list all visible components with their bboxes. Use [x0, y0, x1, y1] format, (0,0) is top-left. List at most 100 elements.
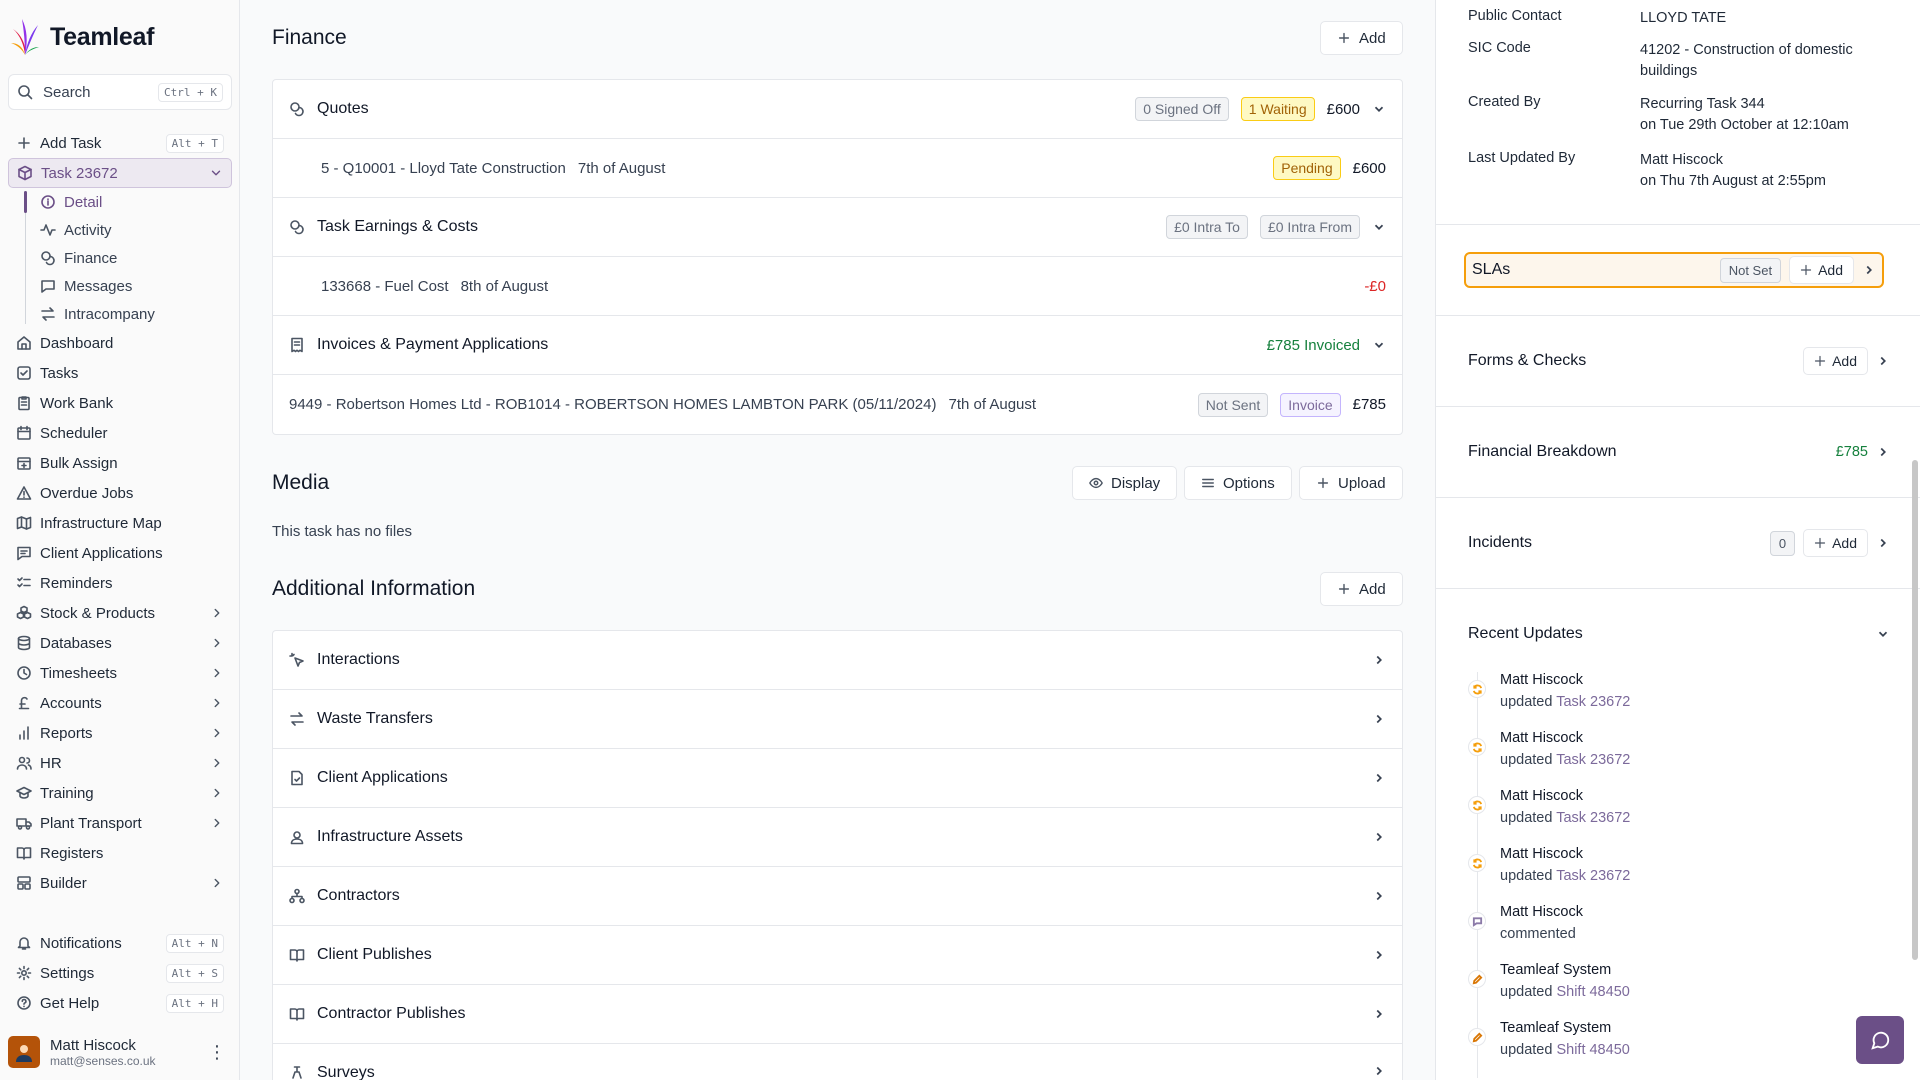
sidebar-item-registers[interactable]: Registers — [8, 838, 232, 868]
clock-icon — [16, 665, 32, 681]
sidebar-item-databases[interactable]: Databases — [8, 628, 232, 658]
brand[interactable]: Teamleaf — [0, 0, 239, 58]
incidents-panel[interactable]: Incidents 0 Add — [1468, 525, 1890, 561]
invoice-row[interactable]: 9449 - Robertson Homes Ltd - ROB1014 - R… — [273, 375, 1402, 434]
chevron-down-icon[interactable] — [1372, 338, 1386, 352]
update-user[interactable]: Matt Hiscock — [1500, 730, 1630, 746]
sidebar-item-task[interactable]: Task 23672 — [8, 158, 232, 188]
invoices-header[interactable]: Invoices & Payment Applications £785 Inv… — [273, 316, 1402, 375]
scrollbar[interactable] — [1912, 460, 1918, 960]
update-link[interactable]: Shift 48450 — [1556, 984, 1629, 1000]
field-value: LLOYD TATE — [1640, 10, 1727, 26]
forms-add-button[interactable]: Add — [1803, 347, 1868, 375]
additional-row-surveys[interactable]: Surveys — [273, 1044, 1402, 1080]
signed-off-badge: 0 Signed Off — [1135, 97, 1229, 121]
earnings-header[interactable]: Task Earnings & Costs £0 Intra To £0 Int… — [273, 198, 1402, 257]
update-link[interactable]: Task 23672 — [1556, 694, 1630, 710]
additional-row-contractors[interactable]: Contractors — [273, 867, 1402, 926]
sidebar-item-training[interactable]: Training — [8, 778, 232, 808]
user-badge-icon — [289, 829, 305, 845]
sidebar-item-dashboard[interactable]: Dashboard — [8, 328, 232, 358]
update-link[interactable]: Shift 48450 — [1556, 1042, 1629, 1058]
update-user[interactable]: Teamleaf System — [1500, 1020, 1630, 1036]
additional-add-button[interactable]: Add — [1320, 572, 1403, 606]
additional-row-client-publishes[interactable]: Client Publishes — [273, 926, 1402, 985]
search-shortcut: Ctrl + K — [158, 82, 223, 102]
recent-updates-header[interactable]: Recent Updates — [1468, 616, 1890, 652]
update-action: updated — [1500, 984, 1553, 1000]
update-user[interactable]: Matt Hiscock — [1500, 846, 1630, 862]
sidebar-item-stock-products[interactable]: Stock & Products — [8, 598, 232, 628]
last-updated-name[interactable]: Matt Hiscock — [1640, 150, 1888, 171]
display-button[interactable]: Display — [1072, 466, 1178, 500]
more-vertical-icon[interactable]: ⋮ — [202, 1042, 232, 1063]
sidebar-item-tasks[interactable]: Tasks — [8, 358, 232, 388]
sidebar-item-timesheets[interactable]: Timesheets — [8, 658, 232, 688]
sidebar-item-bulk-assign[interactable]: Bulk Assign — [8, 448, 232, 478]
row-label: Contractors — [317, 887, 400, 904]
additional-row-interactions[interactable]: Interactions — [273, 631, 1402, 690]
incidents-add-button[interactable]: Add — [1803, 529, 1868, 557]
user-menu[interactable]: Matt Hiscock matt@senses.co.uk ⋮ — [8, 1030, 232, 1074]
sidebar-item-hr[interactable]: HR — [8, 748, 232, 778]
sidebar-item-client-applications[interactable]: Client Applications — [8, 538, 232, 568]
sidebar-item-accounts[interactable]: Accounts — [8, 688, 232, 718]
additional-row-client-applications[interactable]: Client Applications — [273, 749, 1402, 808]
sidebar-item-infrastructure-map[interactable]: Infrastructure Map — [8, 508, 232, 538]
sidebar-item-plant-transport[interactable]: Plant Transport — [8, 808, 232, 838]
options-button[interactable]: Options — [1184, 466, 1292, 500]
chevron-right-icon — [210, 786, 224, 800]
sidebar-item-reports[interactable]: Reports — [8, 718, 232, 748]
quote-row[interactable]: 5 - Q10001 - Lloyd Tate Construction 7th… — [273, 139, 1402, 198]
update-link[interactable]: Task 23672 — [1556, 810, 1630, 826]
update-user[interactable]: Matt Hiscock — [1500, 904, 1583, 920]
upload-button[interactable]: Upload — [1299, 466, 1403, 500]
sidebar-item-notifications[interactable]: Notifications Alt + N — [8, 928, 232, 958]
sidebar-item-settings[interactable]: Settings Alt + S — [8, 958, 232, 988]
chevron-right-icon[interactable] — [1862, 263, 1876, 277]
slas-panel[interactable]: SLAs Not Set Add — [1464, 252, 1884, 288]
sidebar-item-reminders[interactable]: Reminders — [8, 568, 232, 598]
sidebar-item-work-bank[interactable]: Work Bank — [8, 388, 232, 418]
sidebar-item-get-help[interactable]: Get Help Alt + H — [8, 988, 232, 1018]
chevron-right-icon[interactable] — [1876, 354, 1890, 368]
quotes-header[interactable]: Quotes 0 Signed Off 1 Waiting £600 — [273, 80, 1402, 139]
sidebar-subitem-detail[interactable]: Detail — [32, 188, 232, 216]
slas-add-button[interactable]: Add — [1789, 256, 1854, 284]
activity-icon — [40, 222, 56, 238]
update-link[interactable]: Task 23672 — [1556, 752, 1630, 768]
update-link[interactable]: Task 23672 — [1556, 868, 1630, 884]
update-user[interactable]: Teamleaf System — [1500, 962, 1630, 978]
chevron-down-icon[interactable] — [1372, 102, 1386, 116]
search-input[interactable]: Search Ctrl + K — [8, 74, 232, 110]
forms-checks-panel[interactable]: Forms & Checks Add — [1468, 343, 1890, 379]
sidebar-subitem-activity[interactable]: Activity — [32, 216, 232, 244]
sidebar-subitem-finance[interactable]: Finance — [32, 244, 232, 272]
nav-label: Get Help — [40, 994, 100, 1012]
chevron-right-icon[interactable] — [1876, 445, 1890, 459]
sidebar-item-builder[interactable]: Builder — [8, 868, 232, 898]
update-user[interactable]: Matt Hiscock — [1500, 788, 1630, 804]
sidebar-item-scheduler[interactable]: Scheduler — [8, 418, 232, 448]
chevron-down-icon[interactable] — [1372, 220, 1386, 234]
chevron-down-icon[interactable] — [209, 166, 223, 180]
additional-row-waste-transfers[interactable]: Waste Transfers — [273, 690, 1402, 749]
update-user[interactable]: Matt Hiscock — [1500, 672, 1630, 688]
financial-breakdown-panel[interactable]: Financial Breakdown £785 — [1468, 434, 1890, 470]
finance-add-button[interactable]: Add — [1320, 21, 1403, 55]
financial-title: Financial Breakdown — [1468, 443, 1617, 460]
chevron-down-icon[interactable] — [1876, 627, 1890, 641]
created-by-name[interactable]: Recurring Task 344 — [1640, 94, 1888, 115]
add-task-button[interactable]: Add Task Alt + T — [8, 128, 232, 158]
chevron-right-icon[interactable] — [1876, 536, 1890, 550]
additional-row-infrastructure-assets[interactable]: Infrastructure Assets — [273, 808, 1402, 867]
sidebar-item-overdue-jobs[interactable]: Overdue Jobs — [8, 478, 232, 508]
chat-button[interactable] — [1856, 1016, 1904, 1064]
sidebar-subitem-intracompany[interactable]: Intracompany — [32, 300, 232, 328]
sidebar-subitem-messages[interactable]: Messages — [32, 272, 232, 300]
additional-row-contractor-publishes[interactable]: Contractor Publishes — [273, 985, 1402, 1044]
calendar-icon — [16, 425, 32, 441]
nav-label: Accounts — [40, 694, 102, 712]
row-label: Surveys — [317, 1064, 375, 1080]
earning-row[interactable]: 133668 - Fuel Cost 8th of August -£0 — [273, 257, 1402, 316]
